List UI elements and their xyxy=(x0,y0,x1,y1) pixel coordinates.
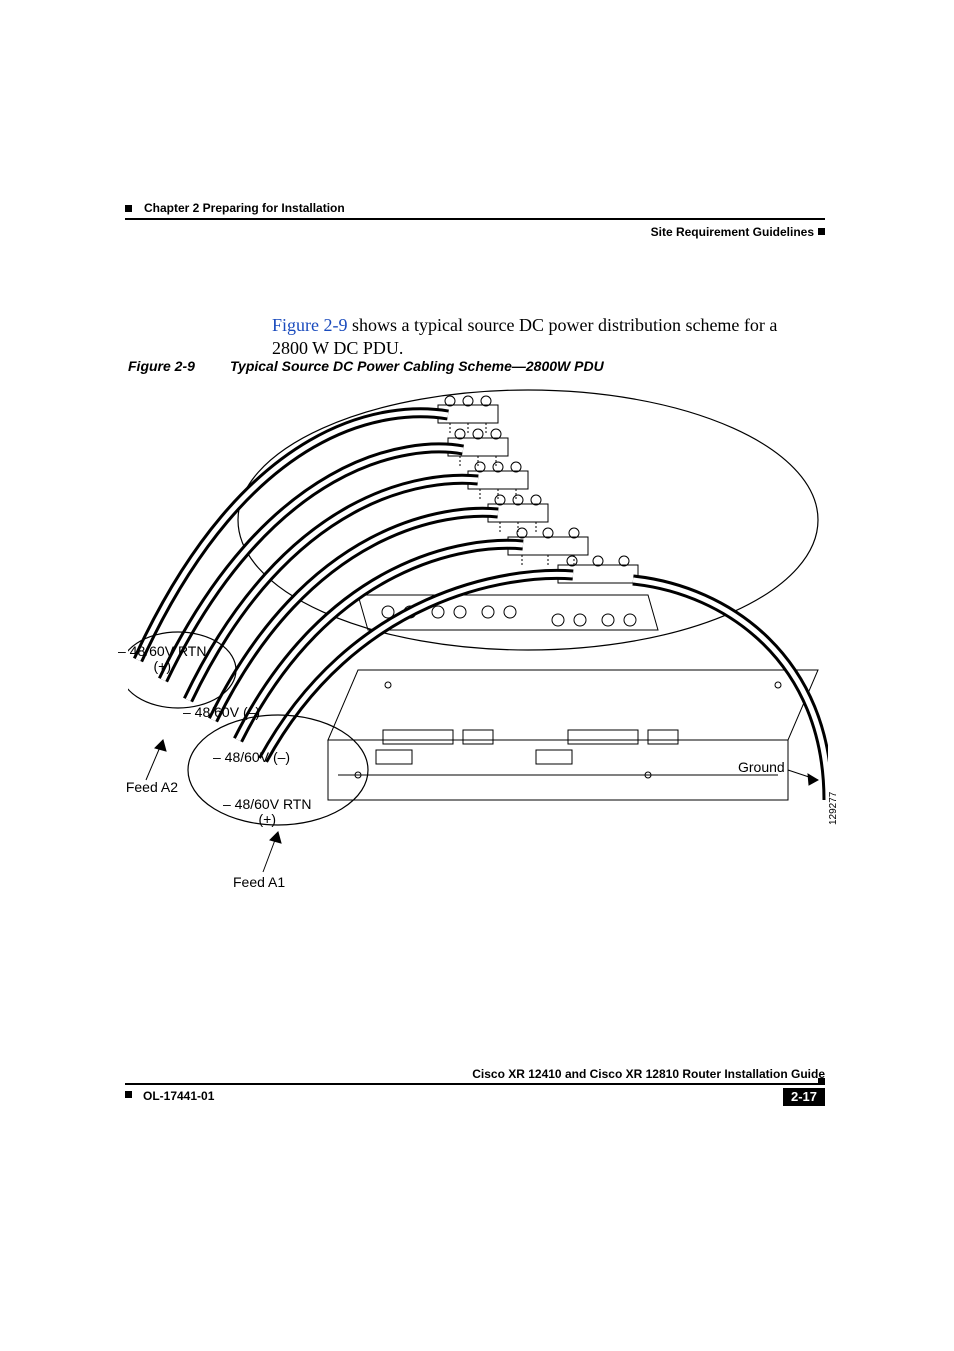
header-section: Site Requirement Guidelines xyxy=(651,225,814,239)
header-chapter: Chapter 2 Preparing for Installation xyxy=(144,201,345,215)
header-rule xyxy=(125,218,825,220)
label-ground: Ground xyxy=(738,760,785,775)
footer-marker-left xyxy=(125,1091,132,1098)
label-image-id: 129277 xyxy=(828,792,839,825)
body-paragraph-text: shows a typical source DC power distribu… xyxy=(272,315,777,358)
figure-crossref-link[interactable]: Figure 2-9 xyxy=(272,315,348,335)
label-rtn-plus-a2: – 48/60V RTN (+) xyxy=(118,644,206,675)
label-neg-a1: – 48/60V (–) xyxy=(213,750,290,765)
header-marker-right xyxy=(818,228,825,235)
label-neg-a2: – 48/60V (–) xyxy=(183,705,260,720)
figure-label: Figure 2-9 xyxy=(128,358,195,374)
page-number: 2-17 xyxy=(783,1088,825,1106)
figure-title: Typical Source DC Power Cabling Scheme—2… xyxy=(230,358,604,374)
footer-guide-title: Cisco XR 12410 and Cisco XR 12810 Router… xyxy=(472,1067,825,1081)
header-marker-left xyxy=(125,205,132,212)
footer-rule xyxy=(125,1083,825,1085)
footer-document-number: OL-17441-01 xyxy=(143,1089,214,1103)
label-feed-a1: Feed A1 xyxy=(233,875,285,890)
figure-diagram: – 48/60V RTN (+) – 48/60V (–) – 48/60V (… xyxy=(128,380,828,900)
label-rtn-plus-a1: – 48/60V RTN (+) xyxy=(223,797,311,828)
body-paragraph: Figure 2-9 shows a typical source DC pow… xyxy=(272,314,792,359)
label-feed-a2: Feed A2 xyxy=(123,780,178,795)
